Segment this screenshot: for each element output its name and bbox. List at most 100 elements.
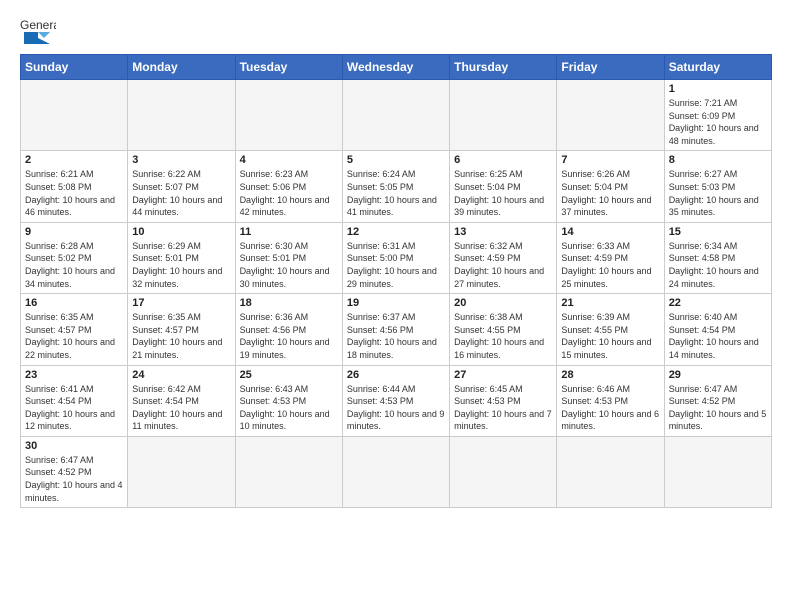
day-info: Sunrise: 6:44 AM Sunset: 4:53 PM Dayligh… bbox=[347, 383, 445, 433]
weekday-header-saturday: Saturday bbox=[664, 55, 771, 80]
calendar-cell: 13 Sunrise: 6:32 AM Sunset: 4:59 PM Dayli… bbox=[450, 222, 557, 293]
page-header: General bbox=[20, 16, 772, 44]
day-info: Sunrise: 6:42 AM Sunset: 4:54 PM Dayligh… bbox=[132, 383, 230, 433]
calendar-week-row: 16 Sunrise: 6:35 AM Sunset: 4:57 PM Dayli… bbox=[21, 294, 772, 365]
calendar-cell: 5 Sunrise: 6:24 AM Sunset: 5:05 PM Daylig… bbox=[342, 151, 449, 222]
day-number: 24 bbox=[132, 369, 230, 381]
day-number: 3 bbox=[132, 154, 230, 166]
calendar-cell: 20 Sunrise: 6:38 AM Sunset: 4:55 PM Dayli… bbox=[450, 294, 557, 365]
day-info: Sunrise: 6:38 AM Sunset: 4:55 PM Dayligh… bbox=[454, 311, 552, 361]
day-info: Sunrise: 6:29 AM Sunset: 5:01 PM Dayligh… bbox=[132, 240, 230, 290]
day-number: 15 bbox=[669, 226, 767, 238]
day-number: 16 bbox=[25, 297, 123, 309]
day-info: Sunrise: 6:23 AM Sunset: 5:06 PM Dayligh… bbox=[240, 168, 338, 218]
day-number: 1 bbox=[669, 83, 767, 95]
day-number: 30 bbox=[25, 440, 123, 452]
weekday-header-wednesday: Wednesday bbox=[342, 55, 449, 80]
calendar-week-row: 2Sunrise: 6:21 AM Sunset: 5:08 PM Daylig… bbox=[21, 151, 772, 222]
day-info: Sunrise: 6:21 AM Sunset: 5:08 PM Dayligh… bbox=[25, 168, 123, 218]
day-number: 19 bbox=[347, 297, 445, 309]
calendar-cell: 26 Sunrise: 6:44 AM Sunset: 4:53 PM Dayli… bbox=[342, 365, 449, 436]
calendar-cell: 19 Sunrise: 6:37 AM Sunset: 4:56 PM Dayli… bbox=[342, 294, 449, 365]
day-info: Sunrise: 6:33 AM Sunset: 4:59 PM Dayligh… bbox=[561, 240, 659, 290]
day-number: 13 bbox=[454, 226, 552, 238]
calendar-cell: 7 Sunrise: 6:26 AM Sunset: 5:04 PM Daylig… bbox=[557, 151, 664, 222]
calendar-cell bbox=[450, 436, 557, 507]
calendar-cell: 27 Sunrise: 6:45 AM Sunset: 4:53 PM Dayli… bbox=[450, 365, 557, 436]
calendar-cell bbox=[128, 80, 235, 151]
day-info: Sunrise: 6:34 AM Sunset: 4:58 PM Dayligh… bbox=[669, 240, 767, 290]
day-info: Sunrise: 7:21 AM Sunset: 6:09 PM Dayligh… bbox=[669, 97, 767, 147]
day-info: Sunrise: 6:25 AM Sunset: 5:04 PM Dayligh… bbox=[454, 168, 552, 218]
calendar-cell: 23Sunrise: 6:41 AM Sunset: 4:54 PM Dayli… bbox=[21, 365, 128, 436]
calendar-cell bbox=[557, 436, 664, 507]
weekday-header-tuesday: Tuesday bbox=[235, 55, 342, 80]
day-number: 8 bbox=[669, 154, 767, 166]
calendar-week-row: 30 Sunrise: 6:47 AM Sunset: 4:52 PM Dayli… bbox=[21, 436, 772, 507]
day-number: 4 bbox=[240, 154, 338, 166]
day-number: 26 bbox=[347, 369, 445, 381]
day-info: Sunrise: 6:47 AM Sunset: 4:52 PM Dayligh… bbox=[25, 454, 123, 504]
calendar-cell bbox=[664, 436, 771, 507]
day-number: 7 bbox=[561, 154, 659, 166]
calendar-cell bbox=[342, 80, 449, 151]
day-info: Sunrise: 6:39 AM Sunset: 4:55 PM Dayligh… bbox=[561, 311, 659, 361]
day-info: Sunrise: 6:35 AM Sunset: 4:57 PM Dayligh… bbox=[132, 311, 230, 361]
day-number: 10 bbox=[132, 226, 230, 238]
calendar-cell: 24 Sunrise: 6:42 AM Sunset: 4:54 PM Dayli… bbox=[128, 365, 235, 436]
calendar-cell: 17 Sunrise: 6:35 AM Sunset: 4:57 PM Dayli… bbox=[128, 294, 235, 365]
calendar-cell: 16 Sunrise: 6:35 AM Sunset: 4:57 PM Dayli… bbox=[21, 294, 128, 365]
calendar-cell: 29 Sunrise: 6:47 AM Sunset: 4:52 PM Dayli… bbox=[664, 365, 771, 436]
day-info: Sunrise: 6:40 AM Sunset: 4:54 PM Dayligh… bbox=[669, 311, 767, 361]
generalblue-logo-icon: General bbox=[20, 16, 56, 44]
day-info: Sunrise: 6:22 AM Sunset: 5:07 PM Dayligh… bbox=[132, 168, 230, 218]
calendar-cell: 18 Sunrise: 6:36 AM Sunset: 4:56 PM Dayli… bbox=[235, 294, 342, 365]
logo: General bbox=[20, 16, 62, 44]
day-number: 6 bbox=[454, 154, 552, 166]
day-number: 22 bbox=[669, 297, 767, 309]
calendar-week-row: 1 Sunrise: 7:21 AM Sunset: 6:09 PM Daylig… bbox=[21, 80, 772, 151]
day-number: 5 bbox=[347, 154, 445, 166]
day-number: 27 bbox=[454, 369, 552, 381]
calendar-cell: 21 Sunrise: 6:39 AM Sunset: 4:55 PM Dayli… bbox=[557, 294, 664, 365]
calendar-cell: 3 Sunrise: 6:22 AM Sunset: 5:07 PM Daylig… bbox=[128, 151, 235, 222]
day-number: 29 bbox=[669, 369, 767, 381]
day-number: 11 bbox=[240, 226, 338, 238]
calendar-cell: 30 Sunrise: 6:47 AM Sunset: 4:52 PM Dayli… bbox=[21, 436, 128, 507]
day-info: Sunrise: 6:30 AM Sunset: 5:01 PM Dayligh… bbox=[240, 240, 338, 290]
day-number: 20 bbox=[454, 297, 552, 309]
day-number: 17 bbox=[132, 297, 230, 309]
weekday-header-friday: Friday bbox=[557, 55, 664, 80]
day-info: Sunrise: 6:37 AM Sunset: 4:56 PM Dayligh… bbox=[347, 311, 445, 361]
day-info: Sunrise: 6:47 AM Sunset: 4:52 PM Dayligh… bbox=[669, 383, 767, 433]
day-number: 14 bbox=[561, 226, 659, 238]
weekday-header-monday: Monday bbox=[128, 55, 235, 80]
calendar-cell: 12Sunrise: 6:31 AM Sunset: 5:00 PM Dayli… bbox=[342, 222, 449, 293]
day-info: Sunrise: 6:35 AM Sunset: 4:57 PM Dayligh… bbox=[25, 311, 123, 361]
day-info: Sunrise: 6:36 AM Sunset: 4:56 PM Dayligh… bbox=[240, 311, 338, 361]
day-info: Sunrise: 6:43 AM Sunset: 4:53 PM Dayligh… bbox=[240, 383, 338, 433]
day-info: Sunrise: 6:28 AM Sunset: 5:02 PM Dayligh… bbox=[25, 240, 123, 290]
calendar-cell bbox=[557, 80, 664, 151]
calendar-cell: 8Sunrise: 6:27 AM Sunset: 5:03 PM Daylig… bbox=[664, 151, 771, 222]
day-number: 25 bbox=[240, 369, 338, 381]
calendar-cell: 11 Sunrise: 6:30 AM Sunset: 5:01 PM Dayli… bbox=[235, 222, 342, 293]
day-info: Sunrise: 6:45 AM Sunset: 4:53 PM Dayligh… bbox=[454, 383, 552, 433]
day-number: 9 bbox=[25, 226, 123, 238]
day-number: 21 bbox=[561, 297, 659, 309]
weekday-header-row: SundayMondayTuesdayWednesdayThursdayFrid… bbox=[21, 55, 772, 80]
calendar-cell: 25 Sunrise: 6:43 AM Sunset: 4:53 PM Dayli… bbox=[235, 365, 342, 436]
day-info: Sunrise: 6:32 AM Sunset: 4:59 PM Dayligh… bbox=[454, 240, 552, 290]
calendar-cell: 10 Sunrise: 6:29 AM Sunset: 5:01 PM Dayli… bbox=[128, 222, 235, 293]
day-number: 18 bbox=[240, 297, 338, 309]
calendar-cell: 15 Sunrise: 6:34 AM Sunset: 4:58 PM Dayli… bbox=[664, 222, 771, 293]
calendar-cell: 9 Sunrise: 6:28 AM Sunset: 5:02 PM Daylig… bbox=[21, 222, 128, 293]
calendar-week-row: 23Sunrise: 6:41 AM Sunset: 4:54 PM Dayli… bbox=[21, 365, 772, 436]
day-info: Sunrise: 6:26 AM Sunset: 5:04 PM Dayligh… bbox=[561, 168, 659, 218]
day-info: Sunrise: 6:24 AM Sunset: 5:05 PM Dayligh… bbox=[347, 168, 445, 218]
calendar-table: SundayMondayTuesdayWednesdayThursdayFrid… bbox=[20, 54, 772, 508]
calendar-cell bbox=[128, 436, 235, 507]
weekday-header-sunday: Sunday bbox=[21, 55, 128, 80]
day-number: 28 bbox=[561, 369, 659, 381]
calendar-cell bbox=[450, 80, 557, 151]
